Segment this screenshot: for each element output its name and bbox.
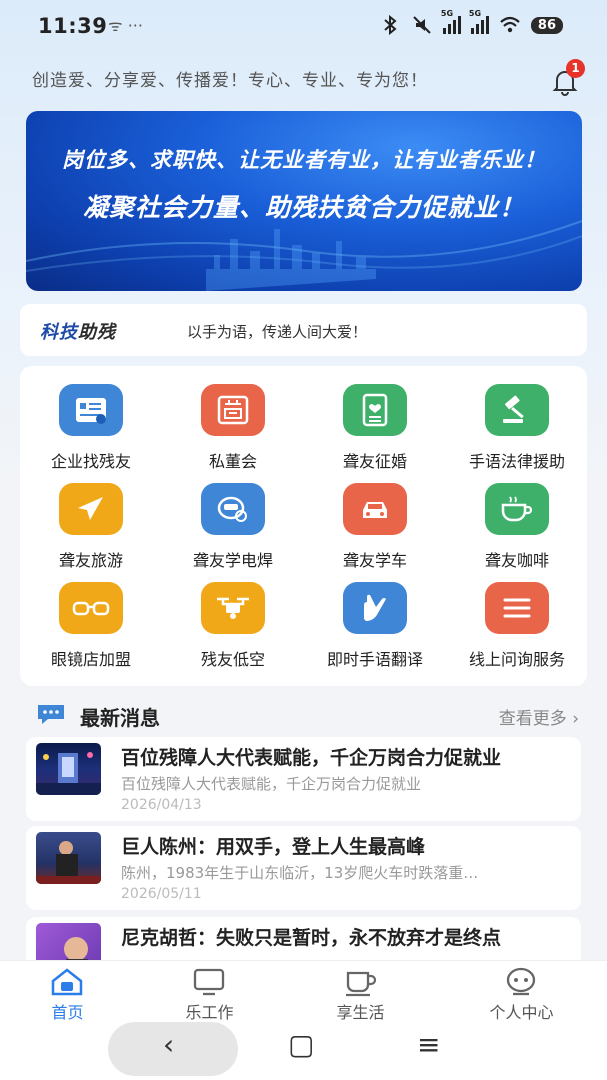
- cup-icon: [346, 971, 377, 997]
- sign-hand-icon: [343, 582, 407, 634]
- service-low-altitude[interactable]: 残友低空: [162, 564, 304, 669]
- bottom-navigation: 首页 乐工作 享生活 个人中心: [0, 960, 607, 1022]
- tech-assist-logo-part1: 科技: [40, 322, 78, 343]
- service-sign-translation[interactable]: 即时手语翻译: [304, 564, 446, 669]
- system-navigation-bar: ‹ ▢ ≡: [0, 1022, 607, 1080]
- service-label: 即时手语翻译: [326, 650, 423, 669]
- airplane-icon: [59, 483, 123, 535]
- signal-5g-icon-2: 5G: [469, 9, 489, 34]
- news-section-title: 最新消息: [80, 706, 160, 730]
- promo-banner[interactable]: 岗位多、求职快、让无业者有业，让有业者乐业！ 凝聚社会力量、助残扶贫合力促就业！: [26, 111, 582, 291]
- bluetooth-icon: [384, 14, 397, 36]
- tab-work[interactable]: 乐工作: [134, 961, 285, 1023]
- glasses-icon: [59, 582, 123, 634]
- banner-headline-1: 岗位多、求职快、让无业者有业，让有业者乐业！: [62, 148, 546, 172]
- service-label: 残友低空: [200, 650, 265, 669]
- news-item[interactable]: 百位残障人大代表赋能，千企万岗合力促就业 百位残障人大代表赋能，千企万岗合力促就…: [26, 737, 581, 821]
- news-thumbnail: [36, 743, 101, 795]
- service-deaf-driving[interactable]: 聋友学车: [304, 465, 446, 570]
- drone-icon: [201, 582, 265, 634]
- gavel-icon: [485, 384, 549, 436]
- news-item[interactable]: 巨人陈州：用双手，登上人生最高峰 陈州，1983年生于山东临沂，13岁爬火车时跌…: [26, 826, 581, 910]
- service-online-inquiry[interactable]: 线上问询服务: [446, 564, 588, 669]
- home-button-icon[interactable]: ▢: [288, 1028, 314, 1061]
- news-title: 百位残障人大代表赋能，千企万岗合力促就业: [121, 747, 502, 769]
- chat-bot-icon: [506, 967, 536, 996]
- slogan-text: 创造爱、分享爱、传播爱！专心、专业、专为您！: [32, 71, 428, 91]
- service-glasses-franchise[interactable]: 眼镜店加盟: [20, 564, 162, 669]
- news-summary: 陈州，1983年生于山东临沂，13岁爬火车时跌落重…: [121, 864, 479, 882]
- tab-home[interactable]: 首页: [0, 961, 143, 1023]
- coffee-cup-icon: [485, 483, 549, 535]
- tab-label: 首页: [51, 1003, 84, 1022]
- news-title: 巨人陈州：用双手，登上人生最高峰: [121, 836, 426, 858]
- view-more-link[interactable]: 查看更多 ›: [499, 704, 579, 729]
- news-section-header: 最新消息 查看更多 ›: [20, 698, 587, 732]
- menu-lines-icon: [485, 582, 549, 634]
- news-title: 尼克胡哲：失败只是暂时，永不放弃才是终点: [121, 927, 502, 949]
- service-deaf-welding[interactable]: 聋友学电焊: [162, 465, 304, 570]
- battery-indicator: 86: [530, 16, 563, 34]
- service-private-council[interactable]: 私董会: [162, 366, 304, 471]
- service-deaf-travel[interactable]: 聋友旅游: [20, 465, 162, 570]
- news-date: 2026/04/13: [121, 797, 202, 813]
- status-time: 11:39: [38, 14, 108, 38]
- mute-icon: [413, 16, 431, 34]
- banner-headline-2: 凝聚社会力量、助残扶贫合力促就业！: [82, 193, 525, 222]
- service-label: 线上问询服务: [468, 650, 565, 669]
- tab-label: 个人中心: [489, 1003, 554, 1022]
- tab-label: 乐工作: [185, 1003, 234, 1022]
- back-icon[interactable]: ‹: [163, 1028, 174, 1061]
- car-icon: [343, 483, 407, 535]
- news-summary: 百位残障人大代表赋能，千企万岗合力促就业: [121, 775, 422, 793]
- signal-5g-icon: 5G: [441, 9, 461, 34]
- id-card-icon: [59, 384, 123, 436]
- service-deaf-dating[interactable]: 聋友征婚: [304, 366, 446, 471]
- tab-life[interactable]: 享生活: [285, 961, 436, 1023]
- service-enterprise-hiring[interactable]: 企业找残友: [20, 366, 162, 471]
- news-thumbnail: [36, 832, 101, 884]
- wifi-icon: [500, 16, 520, 33]
- tech-assist-card[interactable]: 科技助残 以手为语，传递人间大爱！: [20, 304, 587, 356]
- service-sign-legal-aid[interactable]: 手语法律援助: [446, 366, 588, 471]
- status-bar: 11:39 ᯤ ··· 5G 5G 86: [0, 0, 607, 54]
- welding-mask-icon: [201, 483, 265, 535]
- chat-bubble-icon: [38, 705, 64, 724]
- council-seal-icon: [201, 384, 265, 436]
- status-right-icons: 5G 5G 86: [379, 9, 563, 36]
- home-icon: [51, 968, 83, 996]
- heart-card-icon: [343, 384, 407, 436]
- monitor-icon: [193, 968, 225, 996]
- tech-assist-logo: 科技助残: [40, 318, 116, 344]
- tech-assist-logo-part2: 助残: [78, 322, 116, 343]
- service-deaf-coffee[interactable]: 聋友咖啡: [446, 465, 588, 570]
- tech-assist-text: 以手为语，传递人间大爱！: [187, 323, 368, 341]
- tab-profile[interactable]: 个人中心: [446, 961, 597, 1023]
- tab-label: 享生活: [336, 1003, 385, 1022]
- recent-apps-icon[interactable]: ≡: [417, 1028, 440, 1061]
- news-date: 2026/05/11: [121, 886, 202, 902]
- status-notification-icons: ᯤ ···: [108, 16, 143, 35]
- service-label: 眼镜店加盟: [50, 650, 131, 669]
- services-grid: 企业找残友 私董会 聋友征婚 手语法律援助 聋友旅游 聋友学电焊 聋友学车 聋友…: [20, 366, 587, 686]
- notification-badge: 1: [566, 59, 585, 78]
